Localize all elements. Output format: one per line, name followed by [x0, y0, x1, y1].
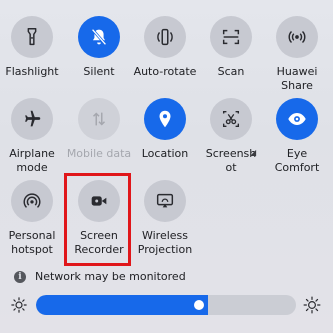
mobile-data-icon	[92, 112, 106, 126]
tile-label: Huawei Share	[276, 65, 318, 92]
expand-caret-icon[interactable]: ◢	[250, 148, 256, 157]
quick-settings-panel: Flashlight Silent Auto-rotate Scan Huawe…	[0, 0, 333, 333]
bell-off-icon	[91, 28, 107, 46]
info-icon: i	[14, 270, 26, 283]
scan-icon	[222, 29, 240, 45]
brightness-fill	[36, 295, 208, 315]
tile-huawei-share[interactable]: Huawei Share	[257, 16, 333, 92]
network-notice: i Network may be monitored	[14, 270, 186, 283]
airplane-icon	[25, 110, 41, 127]
eye-icon	[288, 113, 306, 125]
tile-label: Scan	[217, 65, 245, 78]
tile-eye-comfort[interactable]: Eye Comfort	[257, 98, 333, 174]
tile-label: Silent	[83, 65, 115, 78]
tile-label: Mobile data	[66, 147, 132, 160]
silent-toggle[interactable]	[78, 16, 120, 58]
location-toggle[interactable]	[144, 98, 186, 140]
brightness-thumb[interactable]	[194, 300, 204, 310]
flashlight-icon	[27, 28, 37, 46]
tile-label: Personal hotspot	[8, 229, 56, 256]
screenshot-icon	[222, 110, 240, 128]
tile-label: Airplane mode	[9, 147, 55, 174]
tile-label: Location	[141, 147, 189, 160]
tile-label: Screensh ot	[205, 147, 257, 174]
tile-label: Wireless Projection	[137, 229, 193, 256]
wireless-projection-icon	[156, 193, 174, 208]
huawei-share-icon	[288, 30, 306, 44]
huawei-share-toggle[interactable]	[276, 16, 318, 58]
hotspot-toggle[interactable]	[11, 180, 53, 222]
airplane-toggle[interactable]	[11, 98, 53, 140]
tile-label: Flashlight	[5, 65, 59, 78]
mobile-data-toggle	[78, 98, 120, 140]
wireless-projection-toggle[interactable]	[144, 180, 186, 222]
tile-label: Eye Comfort	[274, 147, 320, 174]
flashlight-toggle[interactable]	[11, 16, 53, 58]
screen-recorder-toggle[interactable]	[78, 180, 120, 222]
brightness-slider[interactable]	[36, 295, 296, 315]
auto-rotate-toggle[interactable]	[144, 16, 186, 58]
auto-rotate-icon	[157, 28, 173, 46]
screenshot-toggle[interactable]	[210, 98, 252, 140]
sun-small-icon	[11, 297, 27, 313]
tile-label: Screen Recorder	[74, 229, 124, 256]
hotspot-icon	[23, 193, 41, 208]
location-pin-icon	[159, 110, 171, 128]
eye-comfort-toggle[interactable]	[276, 98, 318, 140]
scan-toggle[interactable]	[210, 16, 252, 58]
brightness-row	[10, 292, 323, 318]
tile-wireless-projection[interactable]: Wireless Projection	[125, 180, 205, 256]
sun-large-icon	[303, 296, 321, 314]
screen-recorder-icon	[91, 196, 107, 206]
notice-text: Network may be monitored	[35, 270, 186, 283]
tile-label: Auto-rotate	[133, 65, 197, 78]
